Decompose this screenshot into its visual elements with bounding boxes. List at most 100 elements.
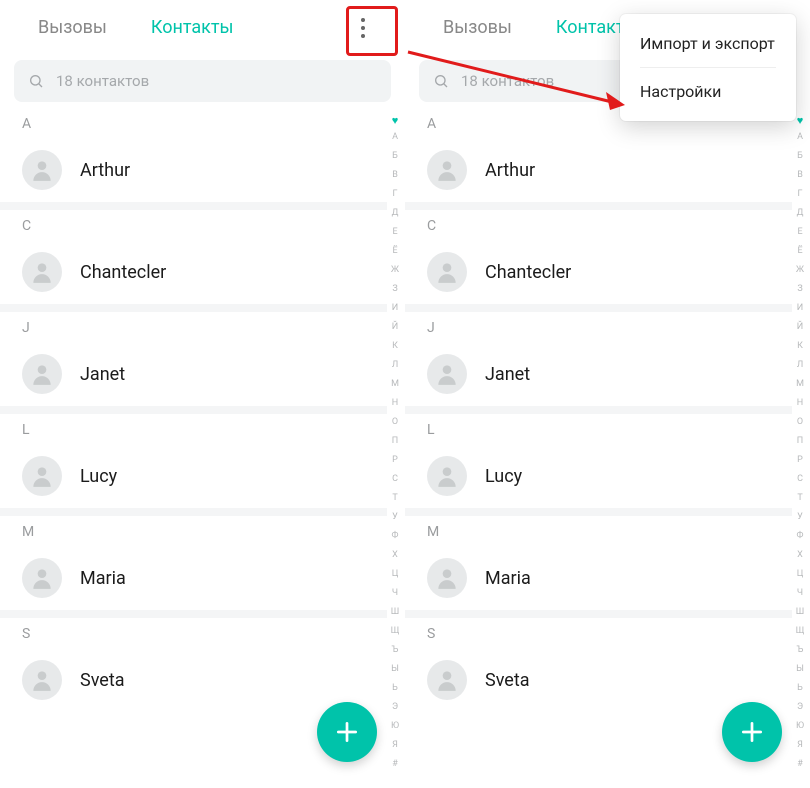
index-letter[interactable]: О: [797, 413, 803, 432]
index-letter[interactable]: Ч: [797, 584, 803, 603]
contact-row[interactable]: Arthur: [0, 138, 387, 202]
index-letter[interactable]: Ю: [796, 717, 804, 736]
index-letter[interactable]: Э: [797, 698, 803, 717]
index-letter[interactable]: О: [392, 413, 398, 432]
index-letter[interactable]: С: [392, 470, 398, 489]
index-letter[interactable]: К: [797, 337, 803, 356]
index-letter[interactable]: А: [797, 128, 803, 147]
index-letter[interactable]: Х: [797, 546, 803, 565]
index-letter[interactable]: Н: [392, 394, 398, 413]
index-letter[interactable]: Я: [392, 736, 398, 755]
index-letter[interactable]: З: [392, 280, 397, 299]
index-letter[interactable]: Ж: [391, 261, 399, 280]
index-letter[interactable]: Ы: [796, 660, 804, 679]
add-contact-fab[interactable]: [722, 702, 782, 762]
contact-row[interactable]: Chantecler: [405, 240, 792, 304]
index-letter[interactable]: Д: [797, 204, 804, 223]
index-letter[interactable]: Ч: [392, 584, 398, 603]
index-letter[interactable]: Ы: [391, 660, 399, 679]
contact-row[interactable]: Sveta: [405, 648, 792, 712]
index-letter[interactable]: З: [797, 280, 802, 299]
index-letter[interactable]: Ъ: [797, 641, 804, 660]
index-letter[interactable]: П: [797, 432, 803, 451]
index-letter[interactable]: Й: [797, 318, 803, 337]
contact-row[interactable]: Maria: [405, 546, 792, 610]
index-letter[interactable]: К: [392, 337, 398, 356]
index-letter[interactable]: Щ: [796, 622, 805, 641]
more-button[interactable]: [343, 8, 383, 48]
tab-calls[interactable]: Вызовы: [421, 0, 534, 56]
contact-name: Arthur: [80, 160, 130, 181]
index-letter[interactable]: Ц: [392, 565, 399, 584]
index-letter[interactable]: Я: [797, 736, 803, 755]
contact-row[interactable]: Maria: [0, 546, 387, 610]
index-letter[interactable]: У: [392, 508, 398, 527]
alpha-index[interactable]: ♥ АБВГДЕЁЖЗИЙКЛМНОПРСТУФХЦЧШЩЪЫЬЭЮЯ#: [387, 112, 403, 788]
index-letter[interactable]: П: [392, 432, 398, 451]
index-letter[interactable]: Л: [392, 356, 398, 375]
contacts-list[interactable]: AArthurCChanteclerJJanetLLucyMMariaSSvet…: [0, 112, 387, 788]
menu-settings[interactable]: Настройки: [620, 68, 796, 115]
index-letter[interactable]: Д: [392, 204, 399, 223]
index-letter[interactable]: А: [392, 128, 398, 147]
contact-row[interactable]: Lucy: [405, 444, 792, 508]
contact-row[interactable]: Lucy: [0, 444, 387, 508]
index-letter[interactable]: У: [797, 508, 803, 527]
contact-row[interactable]: Janet: [405, 342, 792, 406]
section-header: C: [405, 202, 792, 240]
contact-row[interactable]: Arthur: [405, 138, 792, 202]
index-letter[interactable]: Н: [797, 394, 803, 413]
index-letter[interactable]: Ь: [797, 679, 803, 698]
tab-contacts[interactable]: Контакты: [129, 0, 256, 56]
index-letter[interactable]: И: [392, 299, 398, 318]
search-bar[interactable]: 18 контактов: [14, 60, 391, 102]
index-letter[interactable]: Ц: [797, 565, 804, 584]
index-letter[interactable]: Ш: [796, 603, 804, 622]
contact-row[interactable]: Janet: [0, 342, 387, 406]
contacts-list[interactable]: AArthurCChanteclerJJanetLLucyMMariaSSvet…: [405, 112, 792, 788]
index-letter[interactable]: Б: [797, 147, 803, 166]
contact-row[interactable]: Sveta: [0, 648, 387, 712]
index-letter[interactable]: #: [392, 755, 398, 774]
index-letter[interactable]: Ъ: [392, 641, 399, 660]
contact-name: Chantecler: [485, 262, 571, 283]
index-letter[interactable]: Ф: [392, 527, 399, 546]
index-letter[interactable]: Л: [797, 356, 803, 375]
index-letter[interactable]: Р: [797, 451, 803, 470]
index-letter[interactable]: Ф: [797, 527, 804, 546]
index-letter[interactable]: Ж: [796, 261, 804, 280]
index-letter[interactable]: М: [391, 375, 399, 394]
index-letter[interactable]: Э: [392, 698, 398, 717]
index-letter[interactable]: Г: [797, 185, 802, 204]
index-letter[interactable]: Ю: [391, 717, 399, 736]
index-letter[interactable]: Т: [392, 489, 397, 508]
index-letter[interactable]: И: [797, 299, 803, 318]
index-letter[interactable]: Т: [797, 489, 802, 508]
tab-calls[interactable]: Вызовы: [16, 0, 129, 56]
avatar: [427, 456, 467, 496]
contact-row[interactable]: Chantecler: [0, 240, 387, 304]
index-letter[interactable]: Ё: [392, 242, 397, 261]
heart-icon[interactable]: ♥: [392, 114, 399, 128]
index-letter[interactable]: Б: [392, 147, 398, 166]
index-letter[interactable]: Г: [392, 185, 397, 204]
index-letter[interactable]: Р: [392, 451, 398, 470]
heart-icon[interactable]: ♥: [797, 114, 804, 128]
index-letter[interactable]: М: [796, 375, 804, 394]
add-contact-fab[interactable]: [317, 702, 377, 762]
index-letter[interactable]: Й: [392, 318, 398, 337]
index-letter[interactable]: С: [797, 470, 803, 489]
index-letter[interactable]: Х: [392, 546, 398, 565]
index-letter[interactable]: #: [797, 755, 803, 774]
menu-import-export[interactable]: Импорт и экспорт: [620, 20, 796, 67]
index-letter[interactable]: Е: [392, 223, 397, 242]
avatar: [22, 252, 62, 292]
index-letter[interactable]: Ь: [392, 679, 398, 698]
alpha-index[interactable]: ♥ АБВГДЕЁЖЗИЙКЛМНОПРСТУФХЦЧШЩЪЫЬЭЮЯ#: [792, 112, 808, 788]
index-letter[interactable]: В: [797, 166, 803, 185]
index-letter[interactable]: Ё: [797, 242, 802, 261]
index-letter[interactable]: В: [392, 166, 398, 185]
index-letter[interactable]: Щ: [391, 622, 400, 641]
index-letter[interactable]: Ш: [391, 603, 399, 622]
index-letter[interactable]: Е: [797, 223, 802, 242]
